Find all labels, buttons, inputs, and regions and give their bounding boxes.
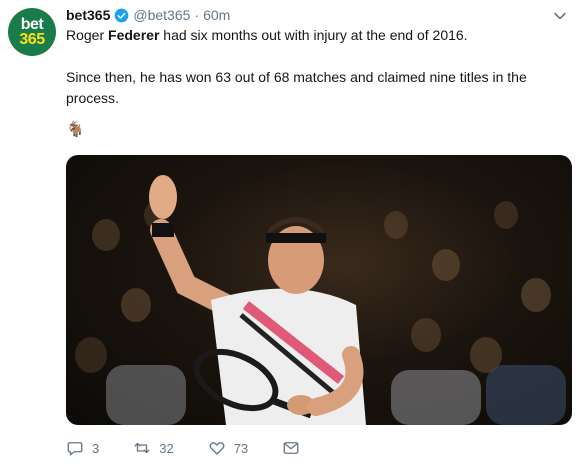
- goat-emoji: 🐐: [66, 121, 85, 138]
- tweet-mention-federer: Federer: [108, 27, 160, 43]
- chevron-down-icon[interactable]: [552, 8, 568, 24]
- reply-button[interactable]: 3: [66, 439, 99, 457]
- message-icon: [283, 442, 299, 454]
- like-button[interactable]: 73: [208, 439, 248, 457]
- retweet-button[interactable]: 32: [133, 439, 174, 457]
- tweet-actions: 3 32 73: [66, 438, 342, 458]
- direct-message-button[interactable]: [282, 439, 308, 457]
- tweet-line-1-suffix: had six months out with injury at the en…: [159, 27, 468, 43]
- like-icon: [209, 442, 225, 455]
- tweet-line-1: Roger Federer had six months out with in…: [66, 25, 546, 46]
- reply-icon: [67, 442, 83, 456]
- tweet-photo[interactable]: [66, 155, 572, 425]
- tweet-line-1-prefix: Roger: [66, 27, 109, 43]
- avatar-text-365: 365: [19, 31, 45, 48]
- tweet-header: bet365 @bet365 · 60m: [66, 6, 230, 24]
- tweet-line-2: Since then, he has won 63 out of 68 matc…: [66, 69, 527, 106]
- retweet-count: 32: [159, 440, 174, 456]
- display-name[interactable]: bet365: [66, 7, 110, 23]
- like-count: 73: [233, 440, 249, 456]
- timestamp[interactable]: 60m: [203, 7, 230, 23]
- retweet-icon: [134, 442, 150, 454]
- tweet-text: Roger Federer had six months out with in…: [66, 25, 546, 140]
- tennis-player-photo: [75, 175, 566, 425]
- avatar-text-bet: bet: [20, 16, 44, 33]
- avatar[interactable]: bet 365: [8, 8, 56, 56]
- reply-count: 3: [92, 440, 100, 456]
- user-handle[interactable]: @bet365: [133, 7, 190, 23]
- separator-dot: ·: [194, 7, 200, 23]
- verified-badge-icon: [114, 8, 129, 22]
